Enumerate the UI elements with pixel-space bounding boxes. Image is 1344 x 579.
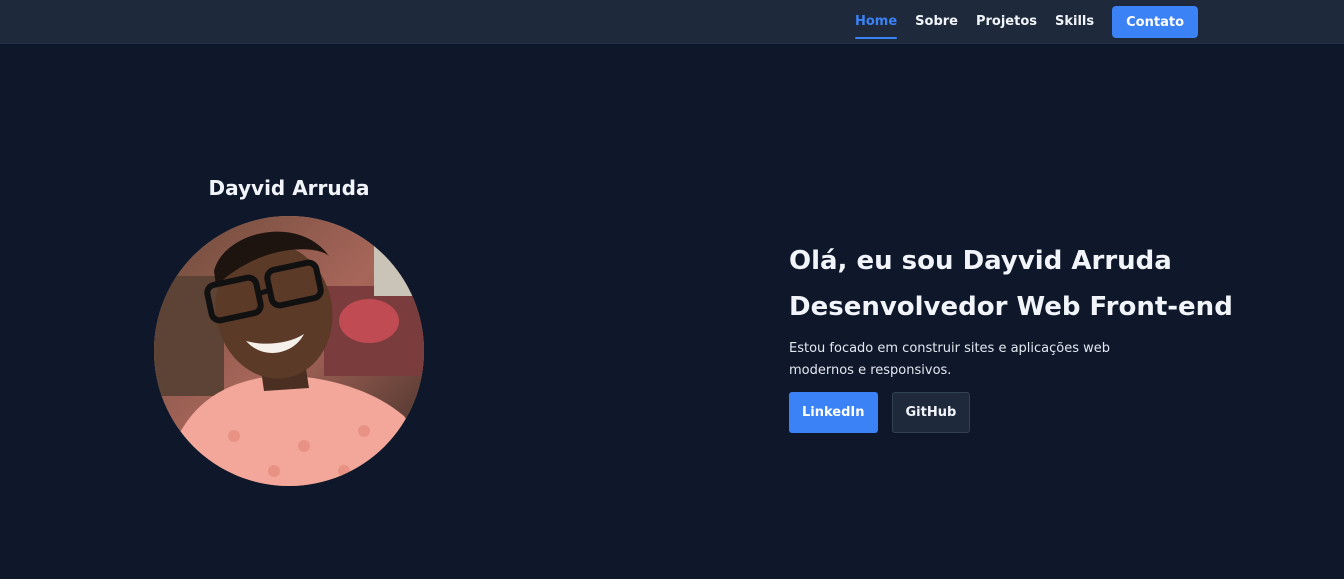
avatar: [154, 216, 424, 486]
nav-link-home[interactable]: Home: [854, 0, 898, 44]
intro-greeting: Olá, eu sou Dayvid Arruda: [789, 246, 1172, 276]
contact-button[interactable]: Contato: [1112, 6, 1198, 38]
intro-section: Olá, eu sou Dayvid Arruda Desenvolvedor …: [789, 238, 1233, 433]
nav-link-skills[interactable]: Skills: [1055, 0, 1094, 44]
nav-link-projetos[interactable]: Projetos: [976, 0, 1037, 44]
github-button[interactable]: GitHub: [891, 392, 971, 433]
avatar-photo: [154, 216, 424, 486]
social-buttons: LinkedIn GitHub: [789, 392, 1219, 433]
nav-links: Home Sobre Projetos Skills Contato: [837, 0, 1198, 44]
linkedin-button[interactable]: LinkedIn: [789, 392, 878, 433]
top-navbar: Home Sobre Projetos Skills Contato: [0, 0, 1344, 44]
nav-link-sobre[interactable]: Sobre: [915, 0, 958, 44]
profile-section: Dayvid Arruda: [154, 176, 424, 486]
intro-description: Estou focado em construir sites e aplica…: [789, 341, 1111, 378]
profile-name: Dayvid Arruda: [208, 176, 370, 200]
intro-role: Desenvolvedor Web Front-end: [789, 292, 1233, 322]
